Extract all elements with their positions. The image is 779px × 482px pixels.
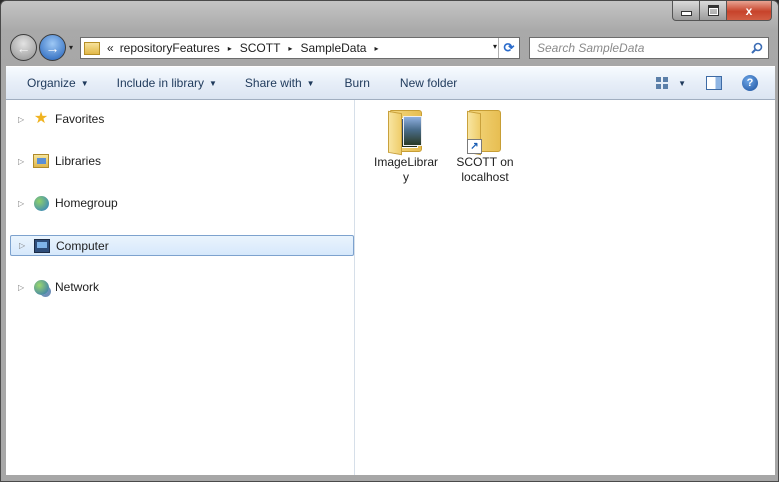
refresh-icon: ⟳: [503, 40, 515, 55]
close-button[interactable]: x: [727, 1, 772, 21]
expand-arrow-icon[interactable]: ▷: [18, 199, 26, 208]
explorer-window: x ← → ▾ « repositoryFeatures ▸ SCOTT ▸ S…: [0, 0, 779, 482]
shortcut-arrow-icon: ↗: [467, 139, 482, 154]
address-bar[interactable]: « repositoryFeatures ▸ SCOTT ▸ SampleDat…: [80, 37, 520, 59]
nav-item-label: Homegroup: [55, 196, 118, 210]
search-input[interactable]: Search SampleData: [530, 41, 750, 55]
nav-item-libraries[interactable]: ▷ Libraries: [10, 151, 352, 171]
view-controls: ▼ ?: [656, 67, 775, 99]
folder-icon: [84, 41, 100, 55]
nav-item-label: Network: [55, 280, 100, 294]
close-icon: x: [745, 3, 753, 18]
nav-item-label: Favorites: [55, 112, 105, 126]
shortcut-folder-icon: ↗: [467, 108, 503, 156]
forward-button[interactable]: →: [39, 34, 66, 61]
breadcrumb: « repositoryFeatures ▸ SCOTT ▸ SampleDat…: [104, 41, 384, 55]
network-icon: [33, 279, 49, 295]
minimize-icon: [680, 11, 692, 16]
expand-arrow-icon[interactable]: ▷: [18, 157, 26, 166]
file-item-label: SCOTT on localhost: [456, 155, 514, 184]
navigation-pane[interactable]: ▷ ★ Favorites ▷ Libraries ▷ Homegroup ▷ …: [6, 100, 355, 475]
change-view-icon[interactable]: [656, 77, 669, 89]
maximize-icon: [707, 5, 719, 16]
nav-item-computer[interactable]: ▷ Computer: [10, 235, 354, 256]
search-box[interactable]: Search SampleData: [529, 37, 769, 59]
image-folder-icon: [388, 108, 424, 156]
back-arrow-icon: ←: [16, 39, 31, 56]
chevron-down-icon: ▼: [306, 78, 315, 88]
include-in-library-label: Include in library: [116, 76, 204, 90]
nav-item-label: Computer: [56, 238, 109, 253]
organize-button[interactable]: Organize ▼: [27, 76, 89, 90]
recent-pages-dropdown[interactable]: ▾: [69, 43, 73, 52]
new-folder-label: New folder: [399, 76, 458, 90]
resize-grip-icon[interactable]: [767, 473, 777, 481]
preview-pane-icon[interactable]: [706, 76, 722, 90]
chevron-right-icon[interactable]: ▸: [283, 44, 297, 53]
chevron-right-icon[interactable]: ▸: [369, 44, 383, 53]
chevron-right-icon[interactable]: ▸: [223, 44, 237, 53]
file-item-imagelibrary[interactable]: ImageLibrary: [373, 108, 439, 185]
computer-icon: [34, 238, 50, 254]
command-bar: Organize ▼ Include in library ▼ Share with…: [6, 66, 775, 100]
breadcrumb-overflow[interactable]: «: [104, 41, 117, 55]
libraries-icon: [33, 153, 49, 169]
nav-item-favorites[interactable]: ▷ ★ Favorites: [10, 109, 352, 129]
expand-arrow-icon[interactable]: ▷: [18, 283, 26, 292]
maximize-button[interactable]: [700, 1, 727, 21]
file-item-label: ImageLibrary: [373, 155, 439, 184]
back-button[interactable]: ←: [10, 34, 37, 61]
address-dropdown-icon[interactable]: ▾: [493, 42, 497, 51]
help-icon[interactable]: ?: [742, 75, 758, 91]
breadcrumb-scott[interactable]: SCOTT: [237, 41, 284, 55]
nav-item-network[interactable]: ▷ Network: [10, 277, 352, 297]
search-icon[interactable]: [750, 42, 764, 54]
expand-arrow-icon[interactable]: ▷: [19, 241, 27, 250]
forward-arrow-icon: →: [45, 39, 60, 56]
nav-item-homegroup[interactable]: ▷ Homegroup: [10, 193, 352, 213]
include-in-library-button[interactable]: Include in library ▼: [117, 76, 217, 90]
navigation-buttons: ← → ▾: [10, 34, 73, 61]
new-folder-button[interactable]: New folder: [400, 76, 457, 90]
refresh-button[interactable]: ⟳: [498, 38, 519, 58]
view-options-dropdown[interactable]: ▼: [678, 79, 686, 88]
burn-button[interactable]: Burn: [345, 76, 370, 90]
burn-label: Burn: [344, 76, 370, 90]
minimize-button[interactable]: [672, 1, 700, 21]
file-item-scott-on-localhost[interactable]: ↗ SCOTT on localhost: [452, 108, 518, 185]
breadcrumb-sampledata[interactable]: SampleData: [297, 41, 369, 55]
share-with-label: Share with: [244, 76, 302, 90]
file-list[interactable]: ImageLibrary ↗ SCOTT on localhost: [355, 100, 775, 475]
nav-item-label: Libraries: [55, 154, 102, 168]
expand-arrow-icon[interactable]: ▷: [18, 115, 26, 124]
chevron-down-icon: ▼: [209, 78, 217, 88]
star-icon: ★: [33, 110, 49, 127]
share-with-button[interactable]: Share with ▼: [245, 76, 315, 90]
organize-label: Organize: [27, 76, 76, 90]
chevron-down-icon: ▼: [80, 78, 89, 88]
caption-buttons: x: [672, 1, 772, 21]
homegroup-icon: [33, 195, 49, 211]
breadcrumb-repositoryfeatures[interactable]: repositoryFeatures: [117, 41, 223, 55]
